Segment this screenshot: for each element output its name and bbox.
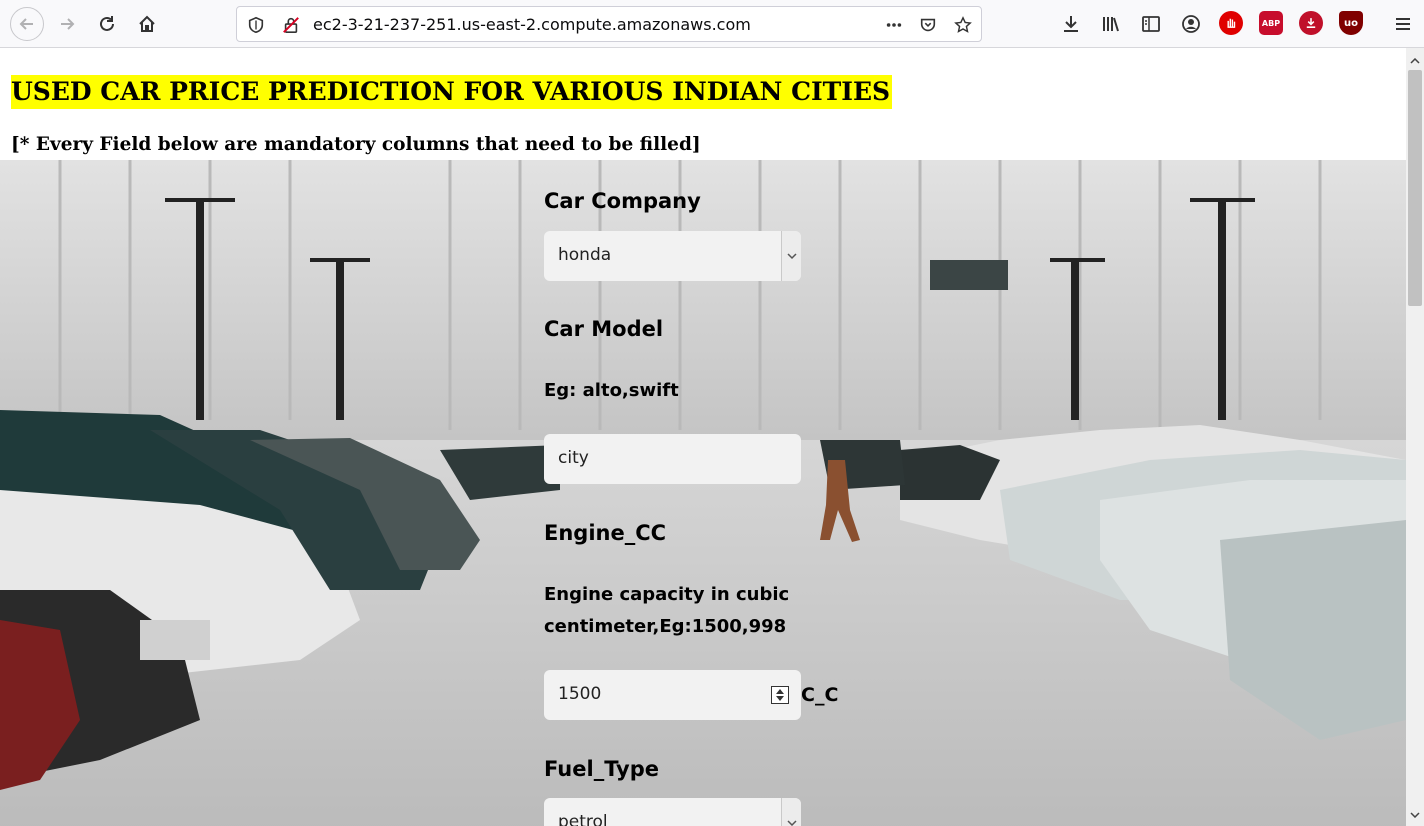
mandatory-note: [* Every Field below are mandatory colum…	[11, 134, 701, 155]
engine-cc-input[interactable]: 1500	[544, 670, 801, 720]
library-icon	[1103, 17, 1119, 32]
downloads-button[interactable]	[1056, 9, 1086, 39]
scrollbar-thumb[interactable]	[1408, 70, 1422, 306]
car-model-label: Car Model	[544, 317, 664, 341]
home-button[interactable]	[132, 9, 162, 39]
back-button[interactable]	[10, 7, 44, 41]
browser-toolbar: ec2-3-21-237-251.us-east-2.compute.amazo…	[0, 0, 1424, 48]
url-bar[interactable]: ec2-3-21-237-251.us-east-2.compute.amazo…	[236, 6, 982, 42]
shield-icon[interactable]	[246, 15, 266, 35]
insecure-lock-icon[interactable]	[281, 15, 301, 35]
ublock-label: uo	[1344, 17, 1358, 29]
spin-up-icon[interactable]	[776, 689, 784, 694]
forward-button[interactable]	[52, 9, 82, 39]
scroll-up-arrow-icon[interactable]	[1406, 52, 1424, 70]
pocket-icon[interactable]	[918, 15, 938, 35]
engine-cc-unit: C_C	[801, 684, 839, 706]
spin-down-icon[interactable]	[776, 696, 784, 701]
url-text[interactable]: ec2-3-21-237-251.us-east-2.compute.amazo…	[313, 15, 751, 34]
hamburger-menu-icon	[1396, 18, 1410, 30]
fuel-type-value: petrol	[558, 812, 608, 826]
scroll-down-arrow-icon[interactable]	[1406, 806, 1424, 824]
car-model-value: city	[558, 448, 589, 468]
menu-button[interactable]	[1388, 9, 1418, 39]
engine-cc-hint-line2: centimeter,Eg:1500,998	[544, 616, 787, 637]
sidebar-icon	[1142, 16, 1160, 32]
car-company-label: Car Company	[544, 189, 701, 213]
home-icon	[139, 15, 155, 32]
abp-label: ABP	[1261, 18, 1281, 28]
account-button[interactable]	[1176, 9, 1206, 39]
number-spinner[interactable]	[771, 686, 789, 704]
bookmark-star-icon[interactable]	[953, 15, 973, 35]
sidebar-button[interactable]	[1136, 9, 1166, 39]
car-model-hint: Eg: alto,swift	[544, 380, 679, 401]
engine-cc-label: Engine_CC	[544, 521, 667, 545]
page-title: USED CAR PRICE PREDICTION FOR VARIOUS IN…	[11, 75, 893, 109]
page-viewport: USED CAR PRICE PREDICTION FOR VARIOUS IN…	[0, 48, 1406, 826]
ublock-origin-icon[interactable]: uo	[1339, 11, 1363, 35]
arrow-left-icon	[19, 18, 33, 30]
chevron-down-icon[interactable]	[781, 231, 801, 281]
fuel-type-select[interactable]: petrol	[544, 798, 801, 826]
page-actions-icon[interactable]	[884, 15, 904, 35]
block-hand-icon[interactable]	[1219, 11, 1243, 35]
car-company-value: honda	[558, 245, 612, 265]
engine-cc-hint-line1: Engine capacity in cubic	[544, 584, 790, 605]
download-extension-icon[interactable]	[1299, 11, 1323, 35]
arrow-right-icon	[61, 18, 75, 30]
account-icon	[1182, 15, 1200, 33]
download-icon	[1064, 16, 1078, 32]
reload-icon	[100, 16, 114, 31]
car-model-input[interactable]: city	[544, 434, 801, 484]
adblock-plus-icon[interactable]: ABP	[1259, 11, 1283, 35]
library-button[interactable]	[1096, 9, 1126, 39]
page-scrollbar[interactable]	[1406, 48, 1424, 826]
car-company-select[interactable]: honda	[544, 231, 801, 281]
engine-cc-value: 1500	[558, 684, 602, 704]
fuel-type-label: Fuel_Type	[544, 757, 659, 781]
reload-button[interactable]	[92, 9, 122, 39]
chevron-down-icon[interactable]	[781, 798, 801, 826]
